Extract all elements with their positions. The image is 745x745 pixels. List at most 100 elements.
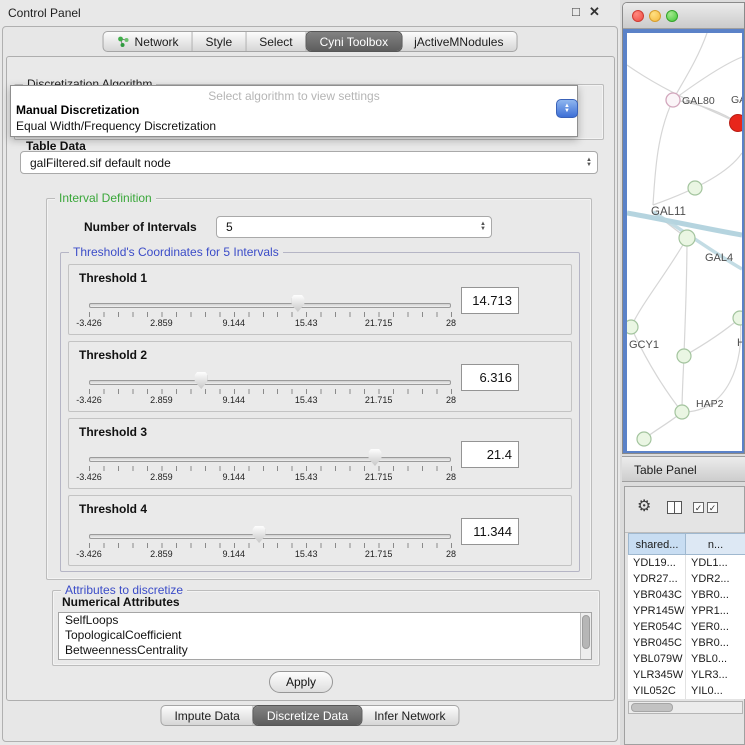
checkbox-icon[interactable]: ✓ [707, 502, 718, 513]
cell[interactable]: YDR2... [686, 571, 745, 587]
number-of-intervals-combo[interactable]: 5 ▲▼ [216, 216, 492, 238]
cell[interactable]: YBL079W [628, 651, 686, 667]
tab-jactivemodules[interactable]: jActiveMNodules [401, 32, 516, 51]
node-hap2[interactable] [675, 405, 689, 419]
tab-style[interactable]: Style [193, 32, 247, 51]
threshold-3-slider[interactable]: -3.426 2.859 9.144 15.43 21.715 28 [89, 447, 451, 487]
minimize-traffic-light-icon[interactable] [649, 10, 661, 22]
node[interactable] [688, 181, 702, 195]
table-panel-title: Table Panel [634, 463, 697, 477]
scale-label: 15.43 [295, 549, 318, 559]
cell[interactable]: YPR145W [628, 603, 686, 619]
tab-discretize-data[interactable]: Discretize Data [254, 706, 361, 725]
scrollbar-thumb[interactable] [582, 615, 590, 649]
column-header-shared-name[interactable]: shared... [628, 533, 686, 555]
scale-label: 15.43 [295, 472, 318, 482]
table-row[interactable]: YER054CYER0... [628, 619, 745, 635]
tab-cyni-toolbox[interactable]: Cyni Toolbox [307, 32, 401, 51]
slider-scale: -3.426 2.859 9.144 15.43 21.715 28 [89, 395, 451, 407]
apply-button[interactable]: Apply [269, 671, 333, 693]
node[interactable] [679, 230, 695, 246]
tab-impute-data[interactable]: Impute Data [161, 706, 253, 725]
gear-icon[interactable]: ⚙ [637, 499, 651, 515]
cell[interactable]: YBR0... [686, 587, 745, 603]
cell[interactable]: YPR1... [686, 603, 745, 619]
algorithm-combo-stepper[interactable]: ▲ ▼ [556, 99, 578, 118]
node[interactable] [677, 349, 691, 363]
threshold-1-value-field[interactable]: 14.713 [461, 287, 519, 314]
table-row[interactable]: YIL052CYIL0... [628, 683, 745, 699]
table-row[interactable]: YBR045CYBR0... [628, 635, 745, 651]
slider-track[interactable] [89, 303, 451, 308]
list-item[interactable]: TopologicalCoefficient [59, 628, 591, 643]
cell[interactable]: YBL0... [686, 651, 745, 667]
threshold-3-value-field[interactable]: 21.4 [461, 441, 519, 468]
tab-infer-network[interactable]: Infer Network [361, 706, 458, 725]
cell[interactable]: YDL19... [628, 555, 686, 571]
close-traffic-light-icon[interactable] [632, 10, 644, 22]
network-canvas[interactable]: GAL80 GA GAL11 GAL4 GCY1 H HAP2 [623, 29, 745, 454]
tab-select[interactable]: Select [246, 32, 306, 51]
threshold-4-panel: Threshold 4 -3.426 2.859 9.144 15.43 21.… [68, 495, 572, 566]
node[interactable] [637, 432, 651, 446]
numerical-attributes-list[interactable]: SelfLoops TopologicalCoefficient Between… [58, 612, 592, 660]
checkbox-icon[interactable]: ✓ [693, 502, 704, 513]
cell[interactable]: YIL0... [686, 683, 745, 699]
screen: Control Panel □ ✕ Network Style Select [0, 0, 745, 745]
close-icon[interactable]: ✕ [589, 5, 600, 19]
slider-thumb[interactable] [368, 449, 381, 466]
table-row[interactable]: YBR043CYBR0... [628, 587, 745, 603]
slider-ticks [89, 389, 452, 394]
table-horizontal-scrollbar[interactable] [628, 701, 743, 714]
slider-track[interactable] [89, 380, 451, 385]
slider-track[interactable] [89, 457, 451, 462]
table-row[interactable]: YLR345WYLR3... [628, 667, 745, 683]
slider-thumb[interactable] [253, 526, 266, 543]
table-row[interactable]: YDR27...YDR2... [628, 571, 745, 587]
algorithm-option-equal-width[interactable]: Equal Width/Frequency Discretization [16, 119, 216, 133]
scale-label: 21.715 [365, 472, 393, 482]
tab-network[interactable]: Network [104, 32, 193, 51]
node-gcy1[interactable] [627, 320, 638, 334]
threshold-2-value-field[interactable]: 6.316 [461, 364, 519, 391]
cell[interactable]: YER054C [628, 619, 686, 635]
node-selected-red[interactable] [730, 115, 743, 132]
slider-track[interactable] [89, 534, 451, 539]
threshold-4-value-field[interactable]: 11.344 [461, 518, 519, 545]
cell[interactable]: YIL052C [628, 683, 686, 699]
scrollbar-thumb[interactable] [631, 703, 673, 712]
cell[interactable]: YLR345W [628, 667, 686, 683]
column-header-name[interactable]: n... [686, 533, 745, 555]
threshold-2-slider[interactable]: -3.426 2.859 9.144 15.43 21.715 28 [89, 370, 451, 410]
scale-label: 28 [446, 472, 456, 482]
algorithm-option-manual[interactable]: Manual Discretization [16, 103, 139, 117]
float-window-icon[interactable]: □ [572, 5, 580, 19]
list-item[interactable]: SelfLoops [59, 613, 591, 628]
threshold-4-slider[interactable]: -3.426 2.859 9.144 15.43 21.715 28 [89, 524, 451, 564]
list-item[interactable]: BetweennessCentrality [59, 643, 591, 658]
columns-icon[interactable] [667, 501, 682, 514]
node-gal80[interactable] [666, 93, 680, 107]
table-row[interactable]: YPR145WYPR1... [628, 603, 745, 619]
table-row[interactable]: YDL19...YDL1... [628, 555, 745, 571]
node[interactable] [733, 311, 742, 325]
network-window-titlebar[interactable] [623, 3, 744, 29]
network-view-window: GAL80 GA GAL11 GAL4 GCY1 H HAP2 [622, 2, 745, 454]
slider-thumb[interactable] [195, 372, 208, 389]
zoom-traffic-light-icon[interactable] [666, 10, 678, 22]
table-row[interactable]: YBL079WYBL0... [628, 651, 745, 667]
cell[interactable]: YDR27... [628, 571, 686, 587]
attributes-scrollbar[interactable] [580, 613, 591, 659]
scale-label: 28 [446, 318, 456, 328]
slider-thumb[interactable] [291, 295, 304, 312]
cell[interactable]: YBR0... [686, 635, 745, 651]
table-data-combo[interactable]: galFiltered.sif default node ▲▼ [20, 151, 598, 174]
cell[interactable]: YER0... [686, 619, 745, 635]
cell[interactable]: YBR043C [628, 587, 686, 603]
scale-label: 9.144 [223, 395, 246, 405]
tab-cyni-toolbox-label: Cyni Toolbox [320, 35, 388, 49]
cell[interactable]: YLR3... [686, 667, 745, 683]
cell[interactable]: YBR045C [628, 635, 686, 651]
cell[interactable]: YDL1... [686, 555, 745, 571]
threshold-1-slider[interactable]: -3.426 2.859 9.144 15.43 21.715 28 [89, 293, 451, 333]
